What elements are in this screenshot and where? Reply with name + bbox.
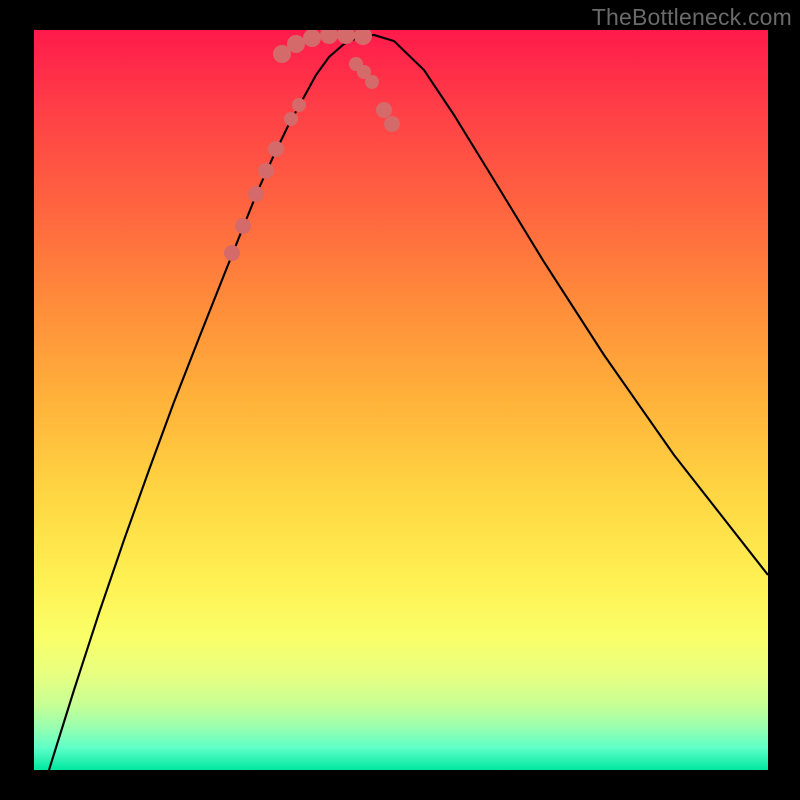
curve-marker: [235, 218, 251, 234]
curve-marker: [284, 112, 298, 126]
curve-marker: [354, 30, 372, 45]
watermark-label: TheBottleneck.com: [592, 4, 792, 31]
chart-frame: TheBottleneck.com: [0, 0, 800, 800]
curve-markers: [224, 30, 400, 261]
curve-marker: [376, 102, 392, 118]
curve-marker: [258, 163, 274, 179]
curve-marker: [268, 141, 284, 157]
plot-area: [34, 30, 768, 770]
curve-marker: [292, 98, 306, 112]
bottleneck-curve: [49, 35, 768, 770]
curve-svg: [34, 30, 768, 770]
curve-marker: [320, 30, 338, 44]
curve-marker: [224, 245, 240, 261]
curve-marker: [337, 30, 355, 44]
curve-marker: [248, 186, 264, 202]
curve-marker: [365, 75, 379, 89]
curve-marker: [384, 116, 400, 132]
curve-marker: [303, 30, 321, 47]
curve-marker: [287, 35, 305, 53]
